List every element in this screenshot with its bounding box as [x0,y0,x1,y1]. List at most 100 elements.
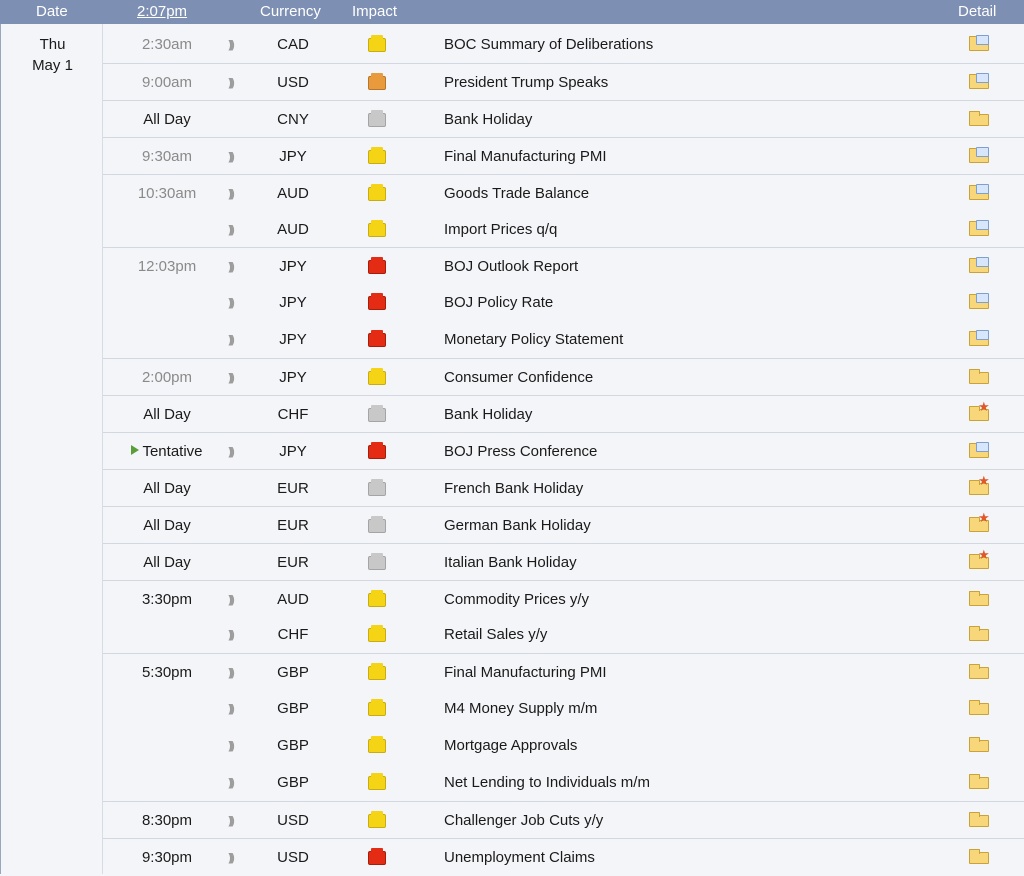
sound-alert-icon[interactable]: ))) [231,187,243,201]
sound-alert-icon[interactable]: ))) [231,593,243,607]
event-row[interactable]: All Day EUR Italian Bank Holiday ★ [103,542,1024,581]
event-title[interactable]: Goods Trade Balance [444,185,589,203]
event-title[interactable]: Import Prices q/q [444,221,557,239]
detail-folder-doc-icon[interactable] [969,441,989,458]
event-currency: AUD [277,590,309,608]
document-icon [976,257,989,268]
detail-folder-doc-icon[interactable] [969,35,989,51]
detail-folder-star-icon[interactable]: ★ [969,548,990,569]
event-title[interactable]: BOJ Policy Rate [444,294,553,312]
detail-folder-doc-icon[interactable] [969,330,989,347]
event-row[interactable]: 9:30am))) JPY Final Manufacturing PMI [103,136,1024,175]
detail-folder-star-icon[interactable]: ★ [969,474,990,495]
detail-folder-star-icon[interactable]: ★ [969,400,990,421]
detail-folder-doc-icon[interactable] [969,146,989,163]
day-date: May 1 [32,57,73,74]
event-row[interactable]: ))) CHF Retail Sales y/y [103,616,1024,654]
event-row[interactable]: All Day EUR French Bank Holiday ★ [103,468,1024,507]
event-row[interactable]: ))) GBP Net Lending to Individuals m/m [103,764,1024,801]
event-row[interactable]: Tentative))) JPY BOJ Press Conference [103,431,1024,470]
sound-alert-icon[interactable]: ))) [231,76,243,90]
event-row[interactable]: 9:30pm))) USD Unemployment Claims [103,837,1024,876]
folder-icon [969,626,989,642]
event-title[interactable]: Commodity Prices y/y [444,591,589,609]
sound-alert-icon[interactable]: ))) [231,260,243,274]
event-row[interactable]: All Day CHF Bank Holiday ★ [103,395,1024,433]
event-row[interactable]: All Day CNY Bank Holiday [103,99,1024,138]
event-title[interactable]: French Bank Holiday [444,480,583,498]
event-row[interactable]: All Day EUR German Bank Holiday ★ [103,505,1024,544]
event-row[interactable]: 2:30am))) CAD BOC Summary of Deliberations [103,26,1024,63]
event-row[interactable]: ))) JPY Monetary Policy Statement [103,321,1024,359]
detail-folder-icon[interactable] [969,625,989,642]
event-title[interactable]: Mortgage Approvals [444,737,577,755]
event-row[interactable]: ))) AUD Import Prices q/q [103,210,1024,248]
sound-alert-icon[interactable]: ))) [231,814,243,828]
event-title[interactable]: Final Manufacturing PMI [444,664,607,682]
event-row[interactable]: 8:30pm))) USD Challenger Job Cuts y/y [103,800,1024,839]
event-row[interactable]: ))) JPY BOJ Policy Rate [103,284,1024,322]
sound-alert-icon[interactable]: ))) [231,776,243,790]
event-title[interactable]: Retail Sales y/y [444,626,547,644]
sound-alert-icon[interactable]: ))) [231,445,243,459]
event-row[interactable]: 2:00pm))) JPY Consumer Confidence [103,358,1024,397]
detail-folder-doc-icon[interactable] [969,183,989,200]
header-current-time-link[interactable]: 2:07pm [137,3,187,21]
detail-folder-icon[interactable] [969,663,989,680]
sound-alert-icon[interactable]: ))) [231,38,243,52]
event-title[interactable]: Final Manufacturing PMI [444,148,607,166]
sound-alert-icon[interactable]: ))) [231,150,243,164]
impact-low-icon [368,368,386,386]
detail-folder-icon[interactable] [969,110,989,126]
event-title[interactable]: Unemployment Claims [444,849,595,867]
event-title[interactable]: BOC Summary of Deliberations [444,36,653,54]
impact-holiday-icon [368,478,386,496]
document-icon [976,72,989,83]
event-title[interactable]: BOJ Outlook Report [444,258,578,276]
detail-folder-doc-icon[interactable] [969,293,989,310]
event-title[interactable]: Challenger Job Cuts y/y [444,812,603,830]
detail-folder-icon[interactable] [969,848,989,864]
detail-folder-star-icon[interactable]: ★ [969,511,990,532]
date-column: Thu May 1 [0,24,103,874]
sound-alert-icon[interactable]: ))) [231,702,243,716]
sound-alert-icon[interactable]: ))) [231,739,243,753]
event-row[interactable]: 9:00am))) USD President Trump Speaks [103,62,1024,101]
detail-folder-icon[interactable] [969,368,989,385]
sound-alert-icon[interactable]: ))) [231,296,243,310]
event-currency: CHF [277,626,309,644]
detail-folder-icon[interactable] [969,590,989,606]
sound-alert-icon[interactable]: ))) [231,628,243,642]
event-time-text: 9:00am [141,73,193,91]
sound-alert-icon[interactable]: ))) [231,333,243,347]
event-title[interactable]: Consumer Confidence [444,369,593,387]
event-title[interactable]: M4 Money Supply m/m [444,700,597,718]
detail-folder-icon[interactable] [969,699,989,716]
event-title[interactable]: Net Lending to Individuals m/m [444,774,650,792]
detail-folder-icon[interactable] [969,736,989,753]
event-row[interactable]: ))) GBP M4 Money Supply m/m [103,690,1024,728]
sound-alert-icon[interactable]: ))) [231,371,243,385]
sound-alert-icon[interactable]: ))) [231,851,243,865]
event-title[interactable]: German Bank Holiday [444,517,591,535]
event-title[interactable]: Monetary Policy Statement [444,331,623,349]
detail-folder-doc-icon[interactable] [969,219,989,236]
event-row[interactable]: 12:03pm))) JPY BOJ Outlook Report [103,247,1024,286]
event-title[interactable]: President Trump Speaks [444,74,608,92]
detail-folder-doc-icon[interactable] [969,257,989,274]
event-title[interactable]: Italian Bank Holiday [444,554,577,572]
detail-folder-icon[interactable] [969,811,989,827]
event-row[interactable]: 10:30am))) AUD Goods Trade Balance [103,173,1024,212]
event-title[interactable]: Bank Holiday [444,111,532,129]
sound-alert-icon[interactable]: ))) [231,223,243,237]
event-title[interactable]: BOJ Press Conference [444,443,597,461]
event-title[interactable]: Bank Holiday [444,406,532,424]
detail-folder-icon[interactable] [969,773,989,789]
impact-holiday-icon [368,109,386,127]
sound-alert-icon[interactable]: ))) [231,666,243,680]
event-row[interactable]: 5:30pm))) GBP Final Manufacturing PMI [103,653,1024,692]
event-time-text: 2:30am [141,36,193,53]
detail-folder-doc-icon[interactable] [969,72,989,89]
event-row[interactable]: 3:30pm))) AUD Commodity Prices y/y [103,579,1024,618]
event-row[interactable]: ))) GBP Mortgage Approvals [103,727,1024,765]
